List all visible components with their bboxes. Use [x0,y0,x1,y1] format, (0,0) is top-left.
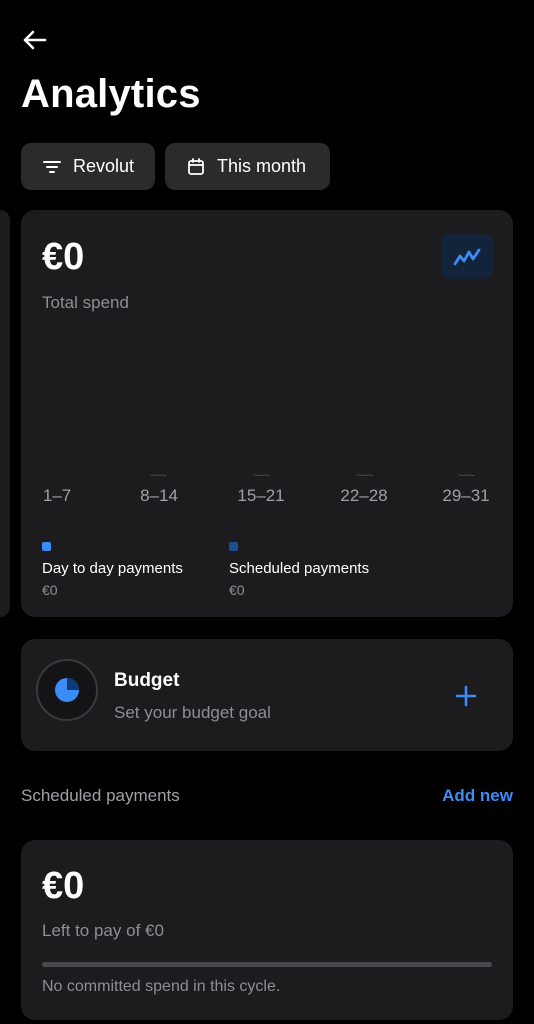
week-bar-placeholder: ~~~ [149,470,167,482]
account-filter-chip[interactable]: Revolut [21,143,155,190]
scheduled-payments-card[interactable]: €0 Left to pay of €0 No committed spend … [21,840,513,1020]
legend-swatch-scheduled [229,542,238,551]
chart-type-button[interactable] [441,234,493,279]
week-bar-placeholder: ~~~ [252,470,270,482]
back-arrow-icon [23,30,47,50]
budget-title: Budget [114,670,180,691]
week-bar-placeholder: ~~~ [355,470,373,482]
previous-card-peek[interactable] [0,210,10,617]
legend-swatch-day-to-day [42,542,51,551]
calendar-icon [188,157,204,175]
trend-line-icon [453,248,481,265]
week-label: 8–14 [140,486,178,505]
period-filter-label: This month [217,156,307,176]
empty-state-message: No committed spend in this cycle. [42,978,281,995]
add-new-link[interactable]: Add new [442,786,513,806]
legend-value-scheduled: €0 [229,582,245,598]
total-spend-label: Total spend [42,293,129,312]
week-label: 22–28 [340,486,388,505]
scheduled-progress-bar [42,962,492,967]
add-budget-button[interactable] [445,675,487,717]
back-button[interactable] [18,26,50,54]
plus-icon [455,685,477,707]
legend-label-day-to-day: Day to day payments [42,560,183,577]
week-label: 1–7 [42,486,72,505]
week-label: 15–21 [237,486,285,505]
scheduled-section-title: Scheduled payments [21,786,180,805]
left-to-pay-label: Left to pay of €0 [42,921,164,940]
week-label: 29–31 [442,486,490,505]
account-filter-label: Revolut [73,156,135,176]
filter-icon [43,160,61,173]
pie-chart-icon [55,678,79,702]
scheduled-amount: €0 [42,865,85,907]
week-bar-placeholder: ~~~ [457,470,475,482]
budget-subtitle: Set your budget goal [114,703,271,722]
period-filter-chip[interactable]: This month [165,143,330,190]
legend-label-scheduled: Scheduled payments [229,560,370,577]
total-spend-amount: €0 [42,236,85,278]
budget-ring [36,659,98,721]
page-title: Analytics [21,72,201,116]
legend-value-day-to-day: €0 [42,582,58,598]
budget-card[interactable]: Budget Set your budget goal [21,639,513,751]
total-spend-card[interactable]: €0 Total spend ~~~ ~~~ ~~~ ~~~ 1–7 8–14 … [21,210,513,617]
